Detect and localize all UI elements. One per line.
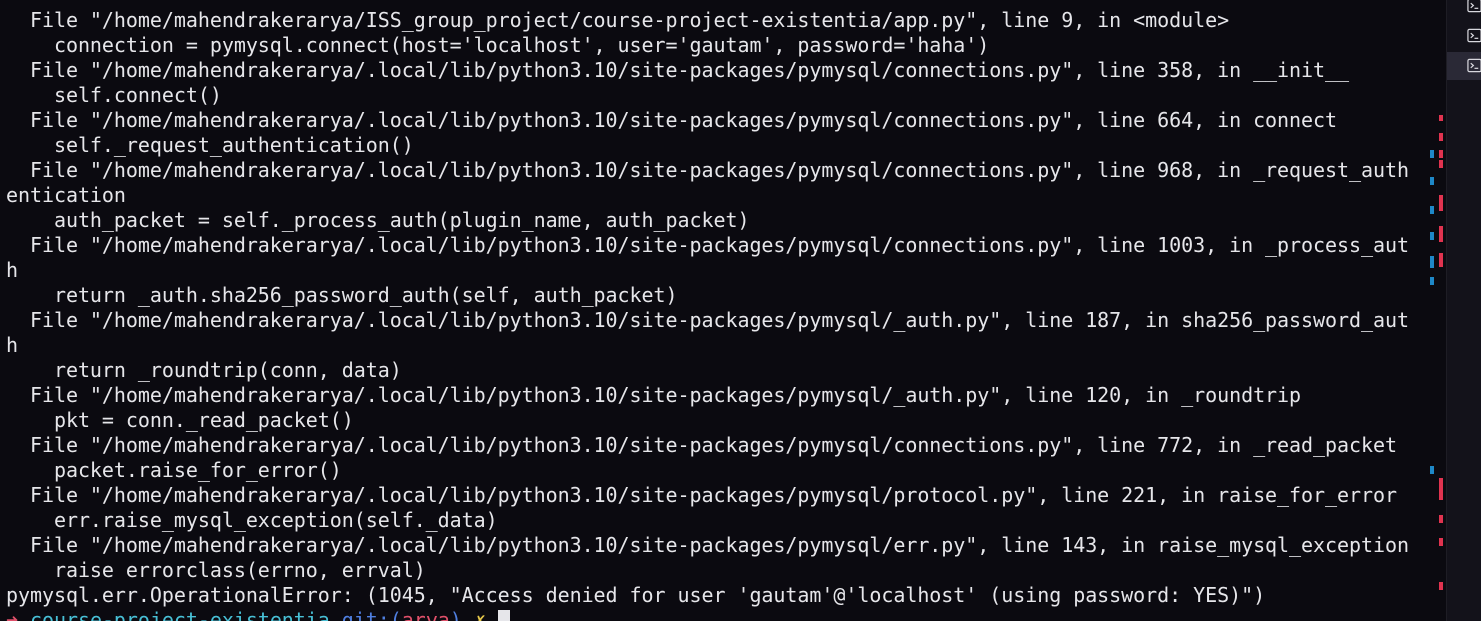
terminal-line: File "/home/mahendrakerarya/.local/lib/p… — [6, 433, 1397, 457]
terminal-line: err.raise_mysql_exception(self._data) — [6, 508, 498, 532]
terminal-line: File "/home/mahendrakerarya/.local/lib/p… — [6, 158, 1409, 182]
terminal-line: return _auth.sha256_password_auth(self, … — [6, 283, 678, 307]
terminal-line: entication — [6, 183, 126, 207]
terminal-icon — [1467, 28, 1481, 43]
error-marker — [1439, 478, 1443, 500]
terminal-instance-tab[interactable] — [1447, 0, 1481, 20]
terminal-output[interactable]: File "/home/mahendrakerarya/ISS_group_pr… — [0, 0, 1425, 621]
terminal-line: auth_packet = self._process_auth(plugin_… — [6, 208, 750, 232]
text-cursor — [497, 610, 510, 621]
prompt-git-close: ) — [449, 608, 462, 621]
error-marker — [1439, 195, 1443, 211]
prompt-git-label: git:( — [341, 608, 402, 621]
terminal-line: File "/home/mahendrakerarya/.local/lib/p… — [6, 483, 1397, 507]
error-marker — [1439, 150, 1443, 158]
terminal-icon — [1467, 0, 1481, 13]
terminal-line: packet.raise_for_error() — [6, 458, 342, 482]
prompt-directory: course-project-existentia — [30, 608, 330, 621]
terminal-line: connection = pymysql.connect(host='local… — [6, 33, 990, 57]
prompt-dirty-marker: ✗ — [473, 608, 486, 621]
terminal-icon — [1467, 58, 1481, 73]
info-marker — [1430, 466, 1434, 474]
info-marker — [1430, 150, 1434, 158]
error-marker — [1439, 133, 1443, 141]
error-marker — [1439, 515, 1443, 523]
error-marker — [1439, 582, 1443, 590]
terminal-line: File "/home/mahendrakerarya/.local/lib/p… — [6, 233, 1409, 257]
error-marker — [1439, 538, 1443, 546]
terminal-line: return _roundtrip(conn, data) — [6, 358, 402, 382]
terminal-line: pkt = conn._read_packet() — [6, 408, 354, 432]
terminal-line: File "/home/mahendrakerarya/.local/lib/p… — [6, 533, 1409, 557]
terminal-line: pymysql.err.OperationalError: (1045, "Ac… — [6, 583, 1266, 607]
shell-prompt[interactable]: ➜ course-project-existentia git:(arya) ✗ — [6, 608, 510, 621]
info-marker — [1430, 232, 1434, 240]
error-marker — [1439, 160, 1443, 168]
prompt-branch: arya — [401, 608, 450, 621]
info-marker — [1430, 206, 1434, 214]
terminal-instance-tab[interactable] — [1447, 22, 1481, 50]
terminal-line: File "/home/mahendrakerarya/.local/lib/p… — [6, 383, 1302, 407]
terminal-tabs-panel — [1446, 0, 1481, 621]
terminal-line: File "/home/mahendrakerarya/.local/lib/p… — [6, 308, 1409, 332]
terminal-line: self._request_authentication() — [6, 133, 414, 157]
terminal-window: File "/home/mahendrakerarya/ISS_group_pr… — [0, 0, 1481, 621]
terminal-line: File "/home/mahendrakerarya/.local/lib/p… — [6, 58, 1349, 82]
error-marker — [1439, 226, 1443, 242]
info-marker — [1430, 277, 1434, 285]
info-marker — [1430, 177, 1434, 185]
terminal-line: File "/home/mahendrakerarya/ISS_group_pr… — [6, 8, 1230, 32]
terminal-instance-tab[interactable] — [1447, 52, 1481, 80]
error-marker — [1439, 253, 1443, 267]
terminal-line: File "/home/mahendrakerarya/.local/lib/p… — [6, 108, 1338, 132]
terminal-line: raise errorclass(errno, errval) — [6, 558, 426, 582]
info-marker — [1430, 256, 1434, 268]
terminal-line: h — [6, 333, 18, 357]
prompt-arrow-icon: ➜ — [6, 608, 18, 621]
terminal-line: self.connect() — [6, 83, 222, 107]
overview-ruler[interactable] — [1425, 0, 1446, 621]
terminal-line: h — [6, 258, 18, 282]
error-marker — [1439, 115, 1443, 121]
